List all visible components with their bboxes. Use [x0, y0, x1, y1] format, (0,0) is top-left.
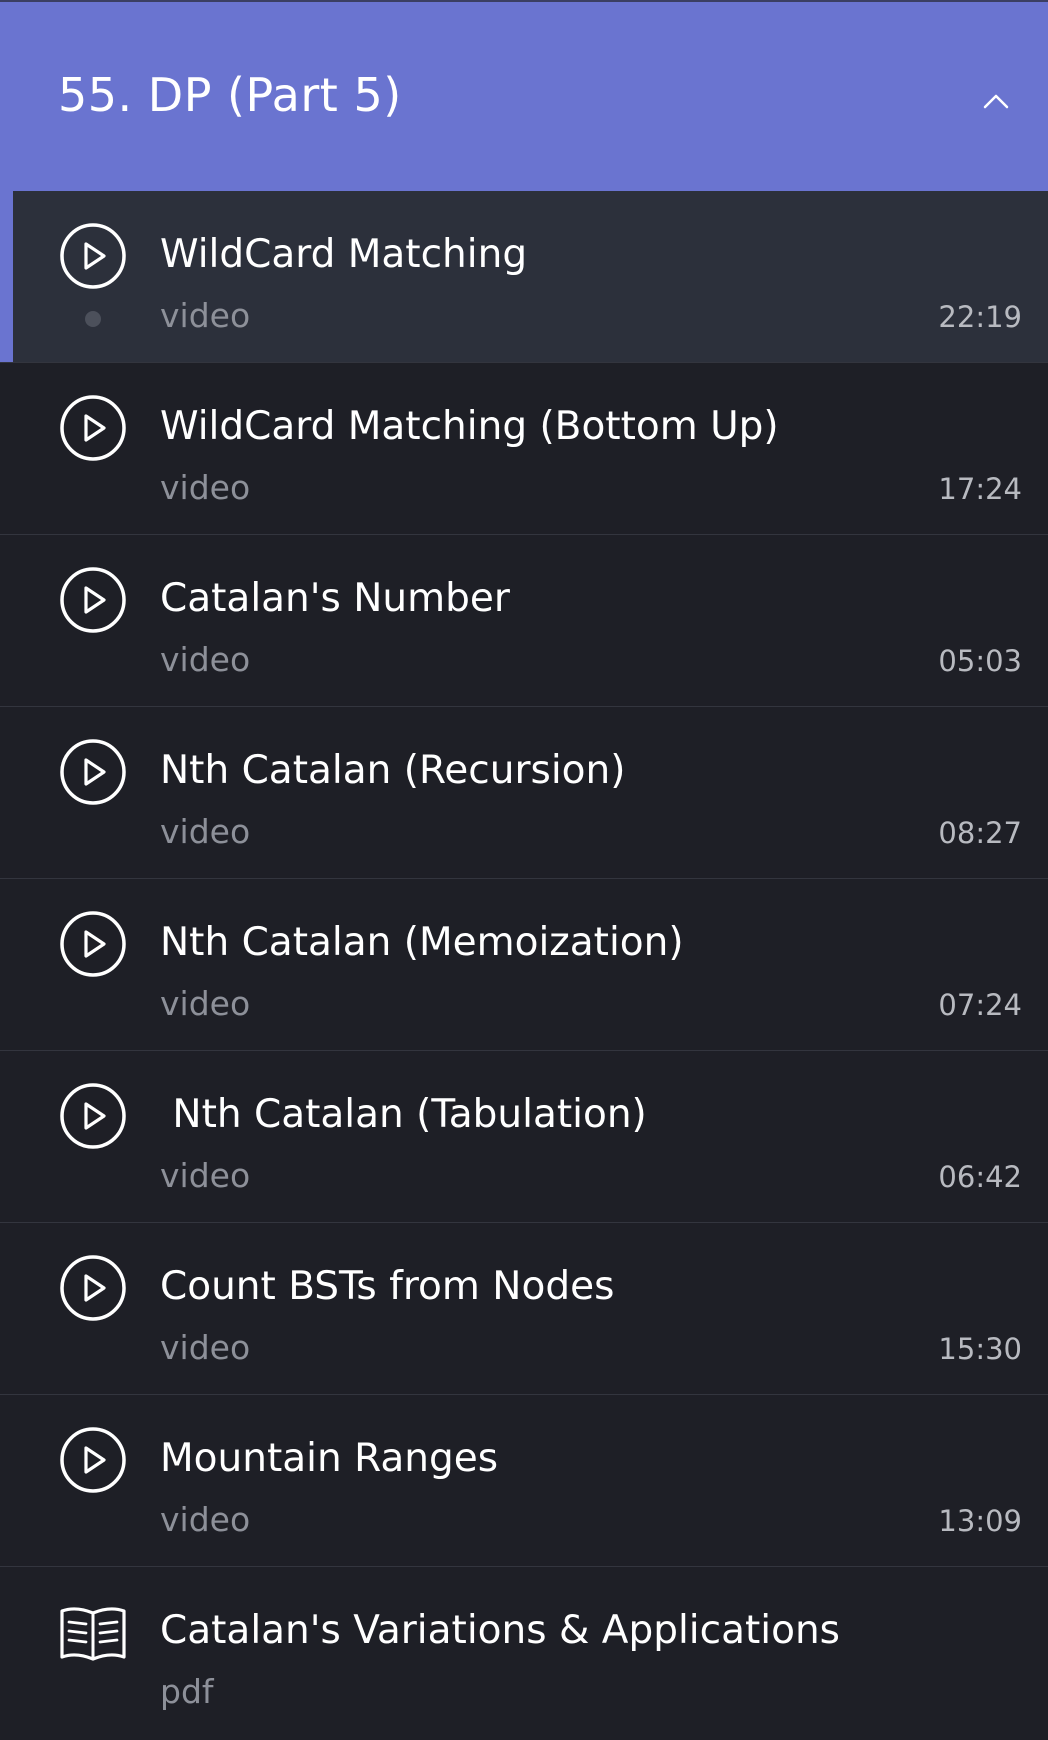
lesson-duration: 05:03	[938, 644, 1022, 678]
lesson-duration: 15:30	[938, 1332, 1022, 1366]
lesson-item[interactable]: Mountain Ranges video 13:09	[0, 1395, 1048, 1567]
lesson-title: Mountain Ranges	[160, 1436, 499, 1481]
lesson-type: video	[160, 984, 251, 1023]
lesson-item[interactable]: Count BSTs from Nodes video 15:30	[0, 1223, 1048, 1395]
lesson-title: Nth Catalan (Tabulation)	[160, 1092, 647, 1137]
lesson-type: video	[160, 812, 251, 851]
course-curriculum-screen: 55. DP (Part 5) WildCard Matching video …	[0, 0, 1048, 1740]
play-circle-icon	[60, 911, 126, 977]
lesson-duration: 17:24	[938, 472, 1022, 506]
lesson-type: video	[160, 1328, 251, 1367]
play-circle-icon	[60, 395, 126, 461]
lesson-item[interactable]: Catalan's Number video 05:03	[0, 535, 1048, 707]
lesson-duration: 22:19	[938, 300, 1022, 334]
lesson-type: video	[160, 468, 251, 507]
lesson-title: Nth Catalan (Recursion)	[160, 748, 626, 793]
lesson-duration: 08:27	[938, 816, 1022, 850]
lesson-title: WildCard Matching	[160, 232, 528, 277]
lesson-type: video	[160, 1156, 251, 1195]
lesson-item[interactable]: Nth Catalan (Tabulation) video 06:42	[0, 1051, 1048, 1223]
lesson-item[interactable]: WildCard Matching video 22:19	[0, 191, 1048, 363]
lesson-list: WildCard Matching video 22:19 WildCard M…	[0, 191, 1048, 1739]
lesson-title: Catalan's Variations & Applications	[160, 1608, 840, 1653]
play-circle-icon	[60, 739, 126, 805]
lesson-duration: 06:42	[938, 1160, 1022, 1194]
play-circle-icon	[60, 1255, 126, 1321]
progress-dot	[85, 311, 101, 327]
lesson-title: WildCard Matching (Bottom Up)	[160, 404, 779, 449]
lesson-item[interactable]: Catalan's Variations & Applications pdf	[0, 1567, 1048, 1739]
lesson-title: Catalan's Number	[160, 576, 510, 621]
lesson-type: video	[160, 296, 251, 335]
open-book-icon	[60, 1607, 126, 1661]
play-circle-icon	[60, 223, 126, 289]
lesson-duration: 07:24	[938, 988, 1022, 1022]
lesson-title: Count BSTs from Nodes	[160, 1264, 615, 1309]
play-circle-icon	[60, 567, 126, 633]
lesson-item[interactable]: WildCard Matching (Bottom Up) video 17:2…	[0, 363, 1048, 535]
lesson-item[interactable]: Nth Catalan (Memoization) video 07:24	[0, 879, 1048, 1051]
active-indicator	[0, 191, 13, 362]
lesson-type: video	[160, 640, 251, 679]
section-header[interactable]: 55. DP (Part 5)	[0, 0, 1048, 191]
lesson-type: pdf	[160, 1672, 214, 1711]
chevron-up-icon[interactable]	[972, 80, 1020, 120]
lesson-type: video	[160, 1500, 251, 1539]
lesson-duration: 13:09	[938, 1504, 1022, 1538]
play-circle-icon	[60, 1083, 126, 1149]
lesson-title: Nth Catalan (Memoization)	[160, 920, 684, 965]
lesson-item[interactable]: Nth Catalan (Recursion) video 08:27	[0, 707, 1048, 879]
section-title: 55. DP (Part 5)	[58, 68, 402, 122]
play-circle-icon	[60, 1427, 126, 1493]
